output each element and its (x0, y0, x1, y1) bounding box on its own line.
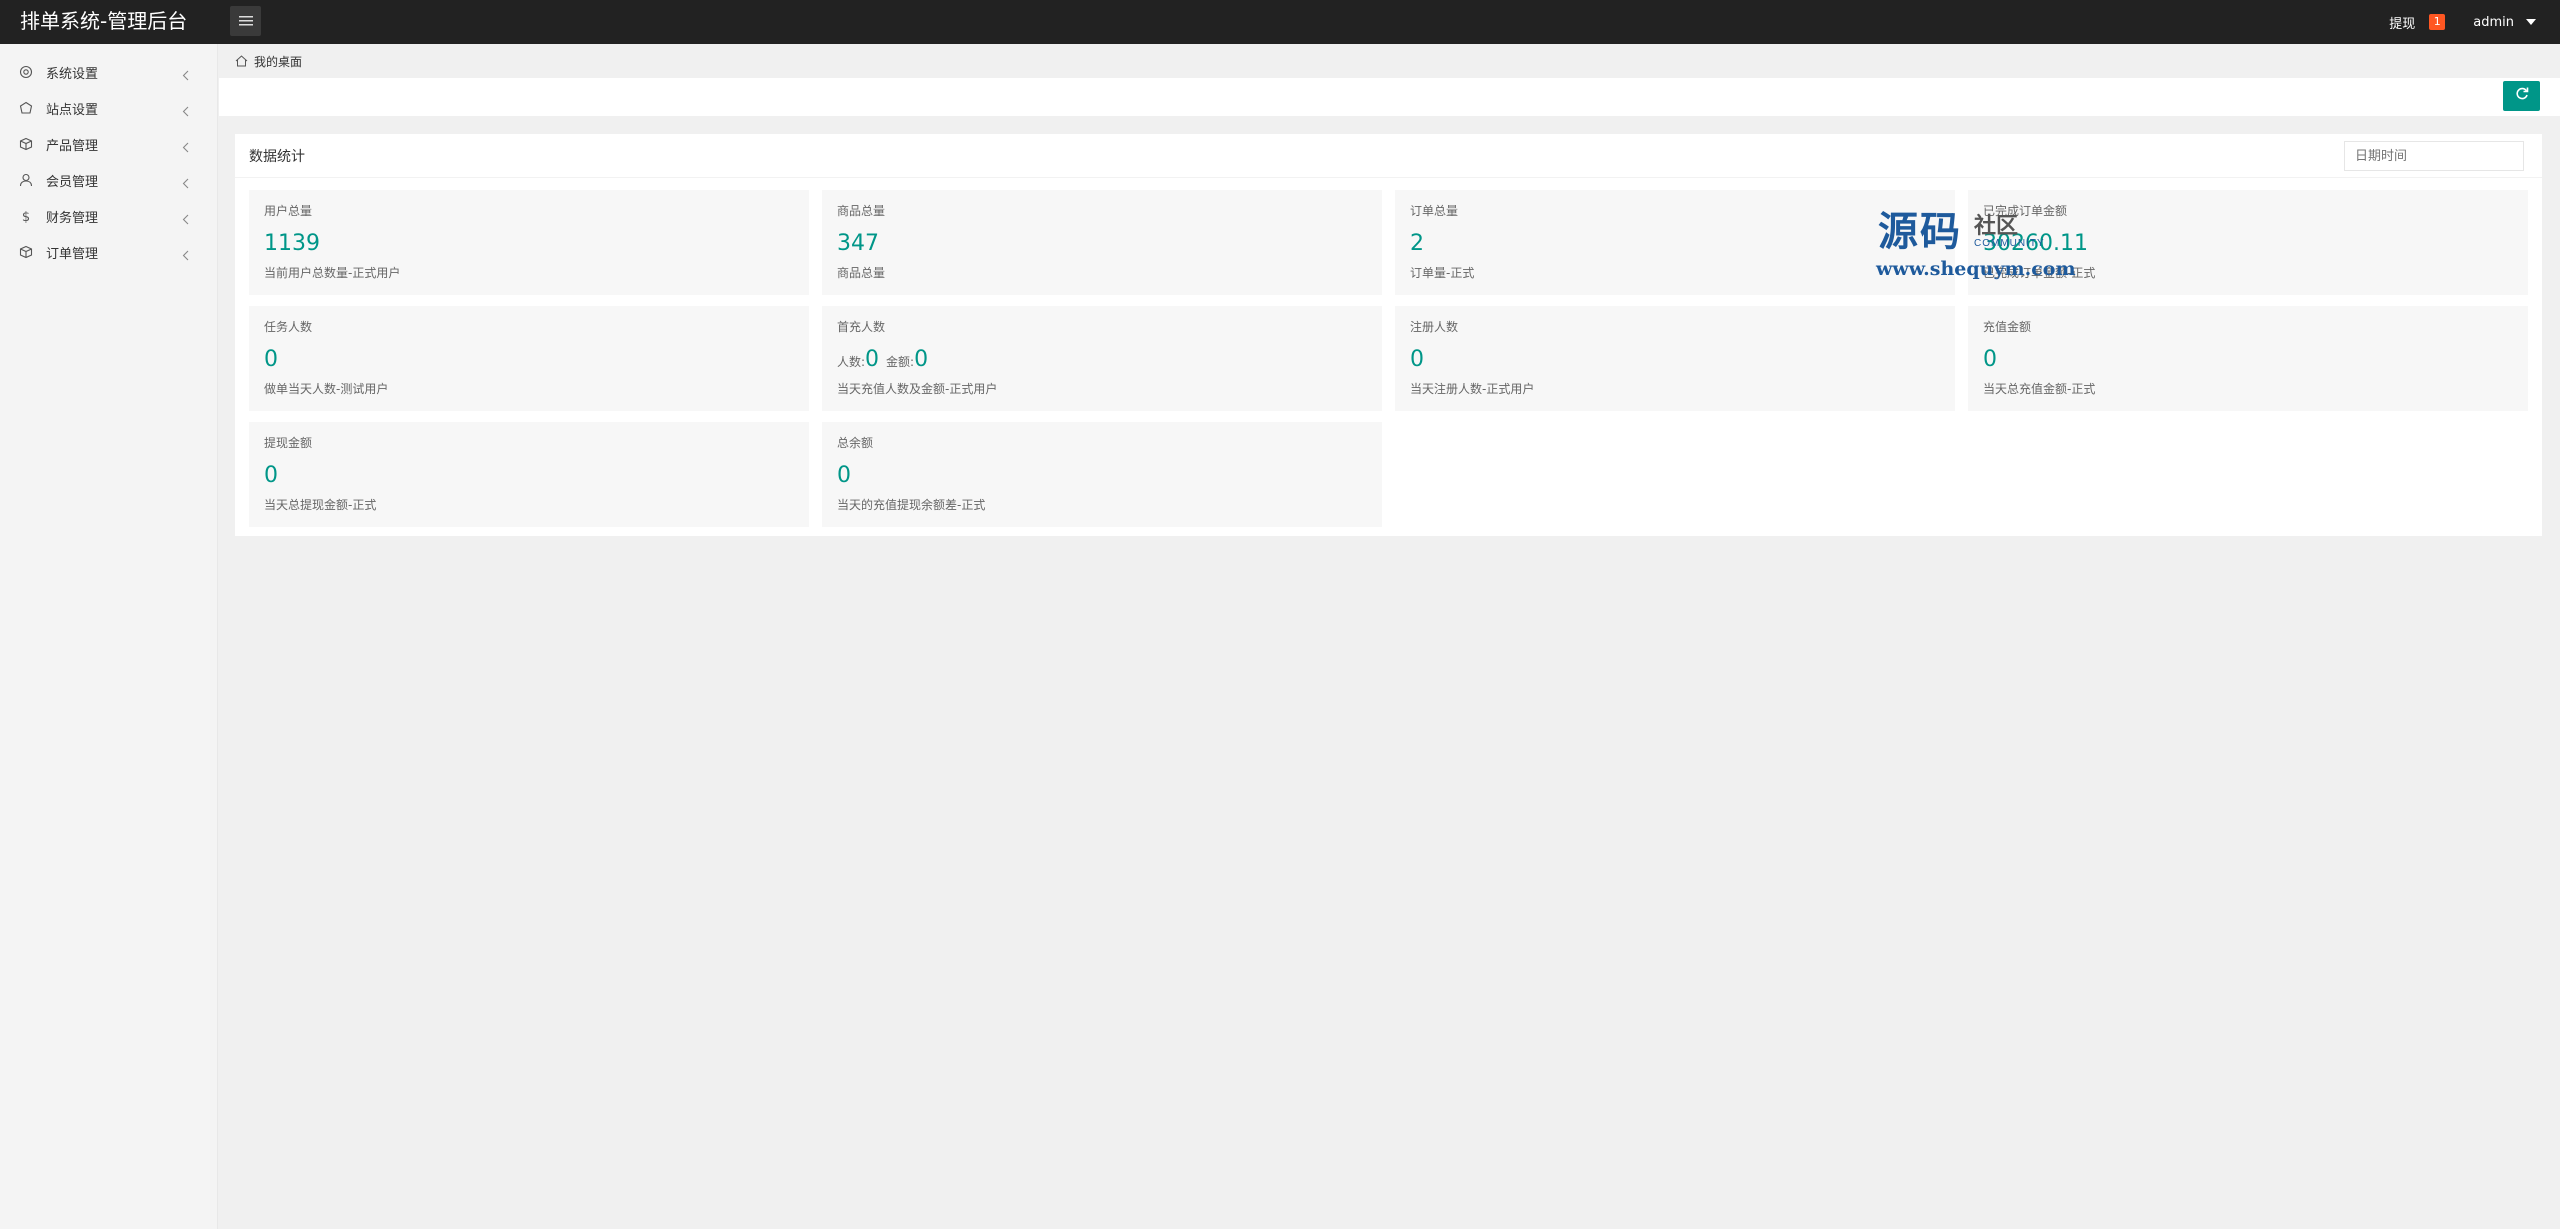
svg-text:$: $ (22, 210, 30, 223)
stat-value: 30260.11 (1983, 231, 2088, 256)
stat-tile-total-orders: 订单总量 2 订单量-正式 (1395, 190, 1955, 295)
stat-value-pair: 人数:0 金额:0 (837, 346, 1367, 374)
refresh-icon (2514, 86, 2530, 106)
stat-tile-task-users: 任务人数 0 做单当天人数-测试用户 (249, 306, 809, 411)
stat-desc: 当天注册人数-正式用户 (1410, 382, 1535, 396)
stat-title: 充值金额 (1983, 320, 2032, 334)
withdraw-label: 提现 (2389, 16, 2416, 32)
sidebar-item-label: 系统设置 (46, 66, 99, 82)
stats-card: 数据统计 用户总量 1139 当前用户总数量-正式用户 商品总量 347 商品总… (235, 134, 2542, 536)
chevron-left-icon (182, 246, 189, 265)
stat-tile-recharge-amount: 充值金额 0 当天总充值金额-正式 (1968, 306, 2528, 411)
chevron-left-icon (182, 66, 189, 85)
count-value: 0 (865, 347, 880, 372)
stat-tile-total-users: 用户总量 1139 当前用户总数量-正式用户 (249, 190, 809, 295)
stat-tile-first-recharge: 首充人数 人数:0 金额:0 当天充值人数及金额-正式用户 (822, 306, 1382, 411)
chevron-left-icon (182, 210, 189, 229)
stat-value: 0 (264, 463, 278, 488)
stat-title: 提现金额 (264, 436, 313, 450)
app-title: 排单系统-管理后台 (20, 9, 188, 33)
toolbar (219, 78, 2560, 116)
stat-value: 0 (1983, 347, 1997, 372)
chevron-left-icon (182, 102, 189, 121)
stat-tile-total-products: 商品总量 347 商品总量 (822, 190, 1382, 295)
date-time-input[interactable] (2344, 141, 2524, 171)
user-icon (18, 172, 34, 188)
stat-desc: 当天的充值提现余额差-正式 (837, 498, 986, 512)
stat-value: 347 (837, 231, 879, 256)
stat-desc: 当前用户总数量-正式用户 (264, 266, 401, 280)
main-content: 我的桌面 数据统计 用户总量 1139 当前用户总数量-正式用户 商品总量 34… (219, 44, 2560, 1229)
user-name: admin (2473, 14, 2514, 30)
sidebar-item-member-management[interactable]: 会员管理 (0, 162, 217, 198)
chevron-left-icon (182, 138, 189, 157)
count-label: 人数: (837, 355, 866, 369)
stat-tile-registrations: 注册人数 0 当天注册人数-正式用户 (1395, 306, 1955, 411)
stat-value: 2 (1410, 231, 1424, 256)
stat-desc: 订单量-正式 (1410, 266, 1475, 280)
sidebar-item-site-settings[interactable]: 站点设置 (0, 90, 217, 126)
sidebar-item-label: 财务管理 (46, 210, 99, 226)
top-header: 排单系统-管理后台 提现 1 admin (0, 0, 2560, 44)
stat-desc: 已完成订单金额-正式 (1983, 266, 2096, 280)
menu-toggle-button[interactable] (230, 6, 261, 36)
stat-value: 0 (264, 347, 278, 372)
stat-tile-withdraw-amount: 提现金额 0 当天总提现金额-正式 (249, 422, 809, 527)
home-icon (235, 55, 248, 67)
hamburger-icon (238, 15, 253, 27)
stat-tile-total-balance: 总余额 0 当天的充值提现余额差-正式 (822, 422, 1382, 527)
stat-desc: 当天充值人数及金额-正式用户 (837, 382, 998, 396)
stat-title: 订单总量 (1410, 204, 1459, 218)
stat-tile-completed-order-amount: 已完成订单金额 30260.11 已完成订单金额-正式 (1968, 190, 2528, 295)
sidebar-item-order-management[interactable]: 订单管理 (0, 234, 217, 270)
stat-title: 任务人数 (264, 320, 313, 334)
sidebar-item-product-management[interactable]: 产品管理 (0, 126, 217, 162)
sidebar-item-label: 订单管理 (46, 246, 99, 262)
order-icon (18, 244, 34, 260)
stat-title: 注册人数 (1410, 320, 1459, 334)
sidebar-item-label: 会员管理 (46, 174, 99, 190)
stat-title: 首充人数 (837, 320, 886, 334)
stat-desc: 当天总充值金额-正式 (1983, 382, 2096, 396)
stat-title: 已完成订单金额 (1983, 204, 2068, 218)
amount-value: 0 (914, 347, 929, 372)
box-icon (18, 136, 34, 152)
stats-card-header: 数据统计 (235, 134, 2542, 178)
withdraw-badge: 1 (2429, 14, 2446, 30)
sidebar-item-finance-management[interactable]: $ 财务管理 (0, 198, 217, 234)
stat-title: 商品总量 (837, 204, 886, 218)
stat-value: 0 (837, 463, 851, 488)
stat-desc: 商品总量 (837, 266, 886, 280)
withdraw-link[interactable]: 提现 1 (2389, 13, 2446, 32)
dollar-icon: $ (18, 208, 34, 224)
stat-title: 总余额 (837, 436, 874, 450)
gear-icon (18, 64, 34, 80)
breadcrumb: 我的桌面 (219, 44, 2560, 78)
breadcrumb-home[interactable]: 我的桌面 (254, 53, 302, 70)
stats-title: 数据统计 (249, 148, 305, 165)
caret-down-icon (2526, 19, 2536, 25)
stat-desc: 当天总提现金额-正式 (264, 498, 377, 512)
stat-value: 0 (1410, 347, 1424, 372)
sidebar-item-label: 站点设置 (46, 102, 99, 118)
sidebar-item-label: 产品管理 (46, 138, 99, 154)
sidebar-item-system-settings[interactable]: 系统设置 (0, 54, 217, 90)
user-menu[interactable]: admin (2473, 15, 2536, 30)
site-icon (18, 100, 34, 116)
stat-title: 用户总量 (264, 204, 313, 218)
stat-desc: 做单当天人数-测试用户 (264, 382, 389, 396)
chevron-left-icon (182, 174, 189, 193)
stat-value: 1139 (264, 231, 320, 256)
sidebar: 系统设置 站点设置 产品管理 会员管理 $ 财务管理 订单管理 (0, 44, 218, 1229)
amount-label: 金额: (886, 355, 915, 369)
refresh-button[interactable] (2503, 81, 2540, 111)
